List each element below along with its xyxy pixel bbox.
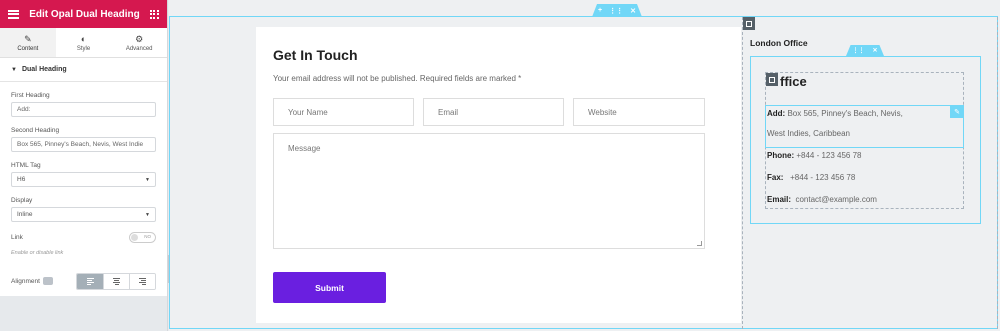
message-field[interactable]: Message	[273, 133, 705, 249]
fax-value: +844 - 123 456 78	[783, 173, 856, 182]
first-heading-input[interactable]: Add:	[11, 102, 156, 117]
sidebar-title: Edit Opal Dual Heading	[29, 8, 140, 20]
align-center-icon	[113, 277, 120, 285]
html-tag-select[interactable]: H6 ▼	[11, 172, 156, 187]
office-title: London Office	[750, 38, 808, 48]
editor-sidebar: Edit Opal Dual Heading ✎ Content ◐ Style…	[0, 0, 168, 331]
caret-down-icon: ▼	[11, 66, 17, 73]
drag-icon[interactable]: ⋮⋮	[609, 7, 623, 15]
display-value: Inline	[17, 211, 33, 218]
half-circle-icon: ◐	[80, 33, 87, 44]
alignment-row: Alignment	[11, 262, 156, 290]
resize-handle-icon[interactable]	[697, 241, 702, 246]
tab-advanced-label: Advanced	[125, 45, 153, 52]
align-left-icon	[86, 277, 94, 285]
tab-advanced[interactable]: ⚙ Advanced	[111, 28, 167, 57]
office-heading: ffice	[780, 74, 807, 89]
fax-label: Fax:	[767, 173, 784, 182]
first-heading-label: First Heading	[11, 92, 50, 99]
form-note: Your email address will not be published…	[273, 74, 522, 83]
widgets-grid-icon[interactable]	[149, 9, 159, 19]
second-heading-label: Second Heading	[11, 127, 60, 134]
email-value: contact@example.com	[791, 195, 877, 204]
email-line: Email: contact@example.com	[767, 195, 877, 204]
gear-icon: ⚙	[135, 33, 144, 44]
office-column: London Office ⋮⋮ ✕ ffice ✎ Add: Box 565,…	[743, 17, 998, 329]
html-tag-value: H6	[17, 176, 26, 183]
menu-icon[interactable]	[8, 9, 19, 19]
tab-content-label: Content	[17, 45, 39, 52]
alignment-label: Alignment	[11, 277, 40, 285]
second-heading-input[interactable]: Box 565, Pinney's Beach, Nevis, West Ind…	[11, 137, 156, 152]
close-icon[interactable]: ✕	[630, 7, 636, 15]
controls-panel: First Heading Add: Second Heading Box 56…	[0, 82, 167, 296]
tab-style-label: Style	[76, 45, 91, 52]
preview-canvas: + ⋮⋮ ✕ Get In Touch Your email address w…	[169, 0, 1000, 331]
link-label: Link	[11, 233, 23, 241]
pencil-icon: ✎	[24, 33, 32, 44]
chevron-down-icon: ▼	[145, 211, 150, 218]
section-dual-heading[interactable]: ▼ Dual Heading	[0, 58, 167, 82]
align-right-button[interactable]	[129, 273, 155, 289]
align-right-icon	[139, 277, 146, 285]
inner-column-handle[interactable]	[766, 73, 778, 86]
align-center-button[interactable]	[103, 273, 129, 289]
align-left-button[interactable]	[77, 273, 103, 289]
email-label: Email:	[767, 195, 792, 204]
add-icon[interactable]: +	[598, 7, 602, 14]
address-value-1: Box 565, Pinney's Beach, Nevis,	[785, 109, 903, 118]
alignment-label-wrap: Alignment	[11, 277, 53, 285]
chevron-down-icon: ▼	[145, 176, 150, 183]
website-field[interactable]: Website	[573, 98, 705, 126]
tab-content[interactable]: ✎ Content	[0, 28, 56, 57]
widget-handle[interactable]: ⋮⋮ ✕	[846, 45, 884, 56]
form-title: Get In Touch	[273, 47, 358, 63]
close-icon[interactable]: ✕	[872, 47, 877, 54]
address-label: Add:	[767, 109, 786, 118]
panel-tabs: ✎ Content ◐ Style ⚙ Advanced	[0, 28, 167, 58]
tab-style[interactable]: ◐ Style	[56, 28, 112, 57]
column-divider	[742, 17, 743, 329]
responsive-icon[interactable]	[42, 277, 53, 285]
column-handle[interactable]	[743, 17, 755, 30]
edit-pencil-icon[interactable]: ✎	[950, 105, 964, 118]
phone-label: Phone:	[767, 151, 795, 160]
fax-line: Fax: +844 - 123 456 78	[767, 173, 855, 182]
display-label: Display	[11, 197, 33, 204]
display-select[interactable]: Inline ▼	[11, 207, 156, 222]
html-tag-label: HTML Tag	[11, 162, 41, 169]
address-line-1: Add: Box 565, Pinney's Beach, Nevis,	[767, 109, 903, 118]
section-title: Dual Heading	[21, 66, 67, 73]
drag-icon[interactable]: ⋮⋮	[852, 47, 864, 54]
contact-form-column: Get In Touch Your email address will not…	[256, 27, 741, 323]
link-toggle-text: NO	[144, 234, 151, 239]
submit-button[interactable]: Submit	[273, 272, 386, 303]
name-field[interactable]: Your Name	[273, 98, 414, 126]
address-line-2: West Indies, Caribbean	[767, 129, 851, 138]
link-hint: Enable or disable link	[11, 250, 64, 256]
link-row: Link NO	[11, 222, 156, 244]
message-placeholder: Message	[288, 144, 321, 153]
link-toggle[interactable]: NO	[129, 231, 156, 243]
email-field[interactable]: Email	[423, 98, 564, 126]
alignment-control	[76, 272, 156, 290]
sidebar-header: Edit Opal Dual Heading	[0, 0, 167, 28]
phone-line: Phone: +844 - 123 456 78	[767, 151, 862, 160]
phone-value: +844 - 123 456 78	[794, 151, 862, 160]
